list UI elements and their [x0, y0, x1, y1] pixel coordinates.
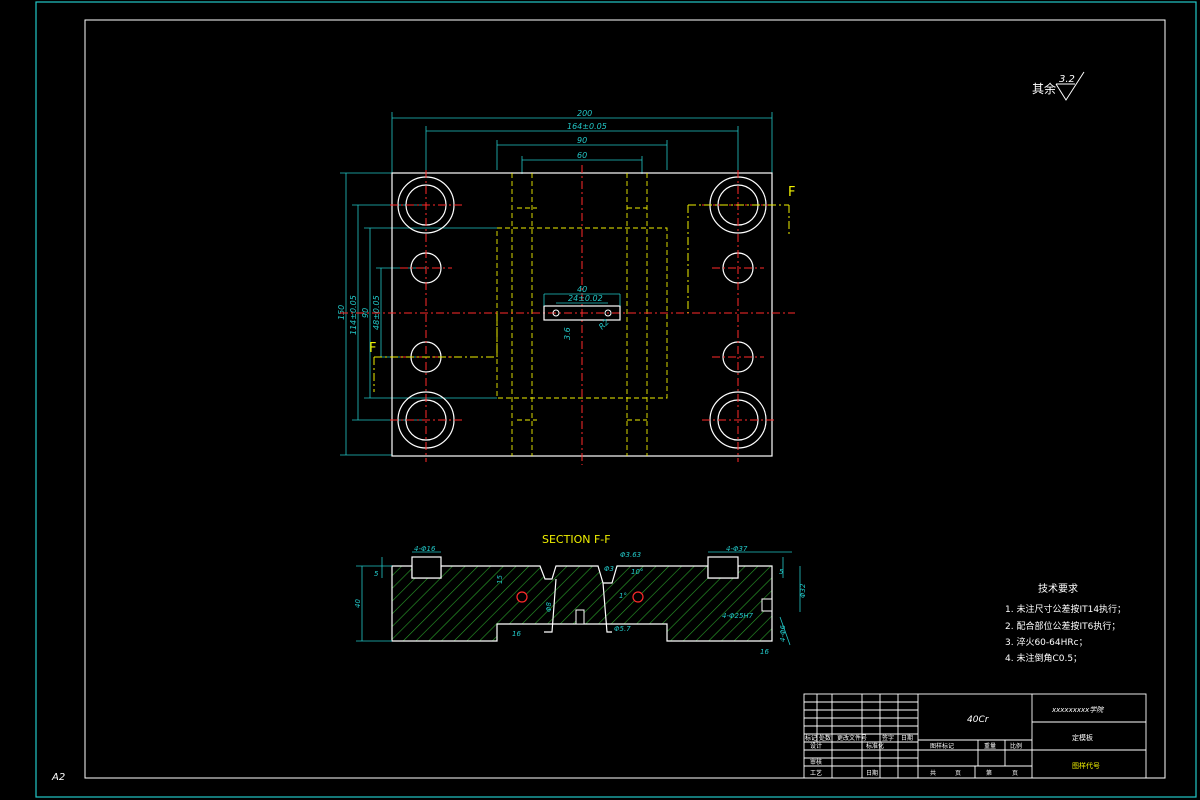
- dim-bolt-spacing-y: 114±0.05: [349, 295, 358, 335]
- title-stage-header: 重量: [984, 742, 996, 750]
- dim-right-height: Φ32: [799, 583, 807, 598]
- dim-slot-span: 60: [577, 151, 587, 160]
- dim-slot-center: 24±0.02: [568, 294, 603, 303]
- section-view: SECTION F-F 4-Φ16 5 40 Φ3.63 Φ3 10° 15 1…: [354, 533, 807, 656]
- dim-left-counterbore: 4-Φ16: [414, 545, 436, 553]
- title-stage-header: 图样标记: [930, 742, 954, 750]
- title-header: 工艺: [810, 769, 822, 777]
- dim-slot-length: 40: [577, 285, 587, 294]
- dim-slot-depth: 3.6: [563, 327, 572, 340]
- dim-right-counterbore: 4-Φ37: [726, 545, 748, 553]
- dim-bottom-recess: 16: [512, 630, 521, 638]
- title-header: 更改文件号: [837, 734, 867, 742]
- dim-total-height: 40: [354, 599, 362, 608]
- dim-angle: 10°: [631, 568, 643, 576]
- dim-hole-top: Φ3.63: [620, 551, 641, 559]
- title-drawing-number: 图样代号: [1072, 761, 1100, 770]
- dim-hole-sub: Φ3: [604, 565, 614, 573]
- plan-view: 200 164±0.05 90 60 150 114±0.05 90 48±0.…: [337, 109, 795, 465]
- tech-req-title: 技术要求: [1038, 582, 1078, 595]
- title-sheet-header: 页: [955, 770, 961, 777]
- tech-req-item: 1. 未注尺寸公差按IT14执行；: [1005, 603, 1126, 615]
- dim-overall-width: 200: [577, 109, 592, 118]
- dim-bottom-right: 16: [760, 648, 769, 656]
- title-sheet-header: 第: [986, 769, 992, 777]
- title-institution: xxxxxxxxx学院: [1051, 706, 1104, 714]
- roughness-label: 其余: [1032, 81, 1056, 96]
- title-part-name: 定模板: [1072, 733, 1093, 742]
- title-header: 处数: [819, 734, 831, 742]
- section-mark-upper: F: [788, 185, 795, 200]
- title-header: 签字: [882, 734, 894, 742]
- drawing-canvas: A2 其余 3.2 200 164±0.05 90 60 150 114±0.0…: [35, 1, 1197, 798]
- title-stage-header: 比例: [1010, 742, 1022, 750]
- dim-inner-width: 90: [577, 136, 587, 145]
- title-sheet-header: 共: [930, 769, 936, 777]
- title-header: 标记: [805, 734, 817, 742]
- dim-overall-height: 150: [337, 305, 346, 320]
- dim-side: Φ8: [545, 601, 553, 612]
- sheet-size-label: A2: [51, 772, 65, 783]
- dim-right-bottom: 4-Φ6: [779, 625, 787, 642]
- dim-depth-left: 5: [374, 570, 379, 578]
- technical-requirements: 技术要求 1. 未注尺寸公差按IT14执行； 2. 配合部位公差按IT6执行； …: [1005, 582, 1126, 664]
- title-header: 审核: [810, 758, 822, 766]
- tech-req-item: 4. 未注倒角C0.5；: [1005, 652, 1082, 664]
- dim-step-height: 15: [496, 575, 504, 584]
- section-title: SECTION F-F: [542, 533, 611, 546]
- title-header: 标准化: [866, 742, 884, 750]
- inner-frame: [84, 19, 1166, 779]
- title-material: 40Cr: [967, 715, 990, 725]
- outer-border: [35, 1, 1197, 798]
- title-header: 日期: [866, 769, 878, 777]
- dim-bolt-spacing-x: 164±0.05: [567, 122, 607, 131]
- tech-req-item: 3. 淬火60-64HRc；: [1005, 636, 1088, 648]
- section-mark-lower: F: [369, 341, 376, 356]
- title-sheet-header: 页: [1012, 770, 1018, 777]
- roughness-symbol: 其余 3.2: [1032, 71, 1085, 101]
- dim-thru-hole: 4-Φ25H7: [722, 612, 754, 620]
- dim-right-depth: 5: [779, 568, 784, 576]
- tech-req-item: 2. 配合部位公差按IT6执行；: [1005, 620, 1120, 632]
- dim-taper: 1°: [619, 592, 627, 600]
- title-header: 日期: [901, 734, 913, 742]
- title-header: 设计: [810, 742, 822, 750]
- roughness-value: 3.2: [1059, 74, 1075, 85]
- dim-bottom-hole: Φ5.7: [614, 625, 631, 633]
